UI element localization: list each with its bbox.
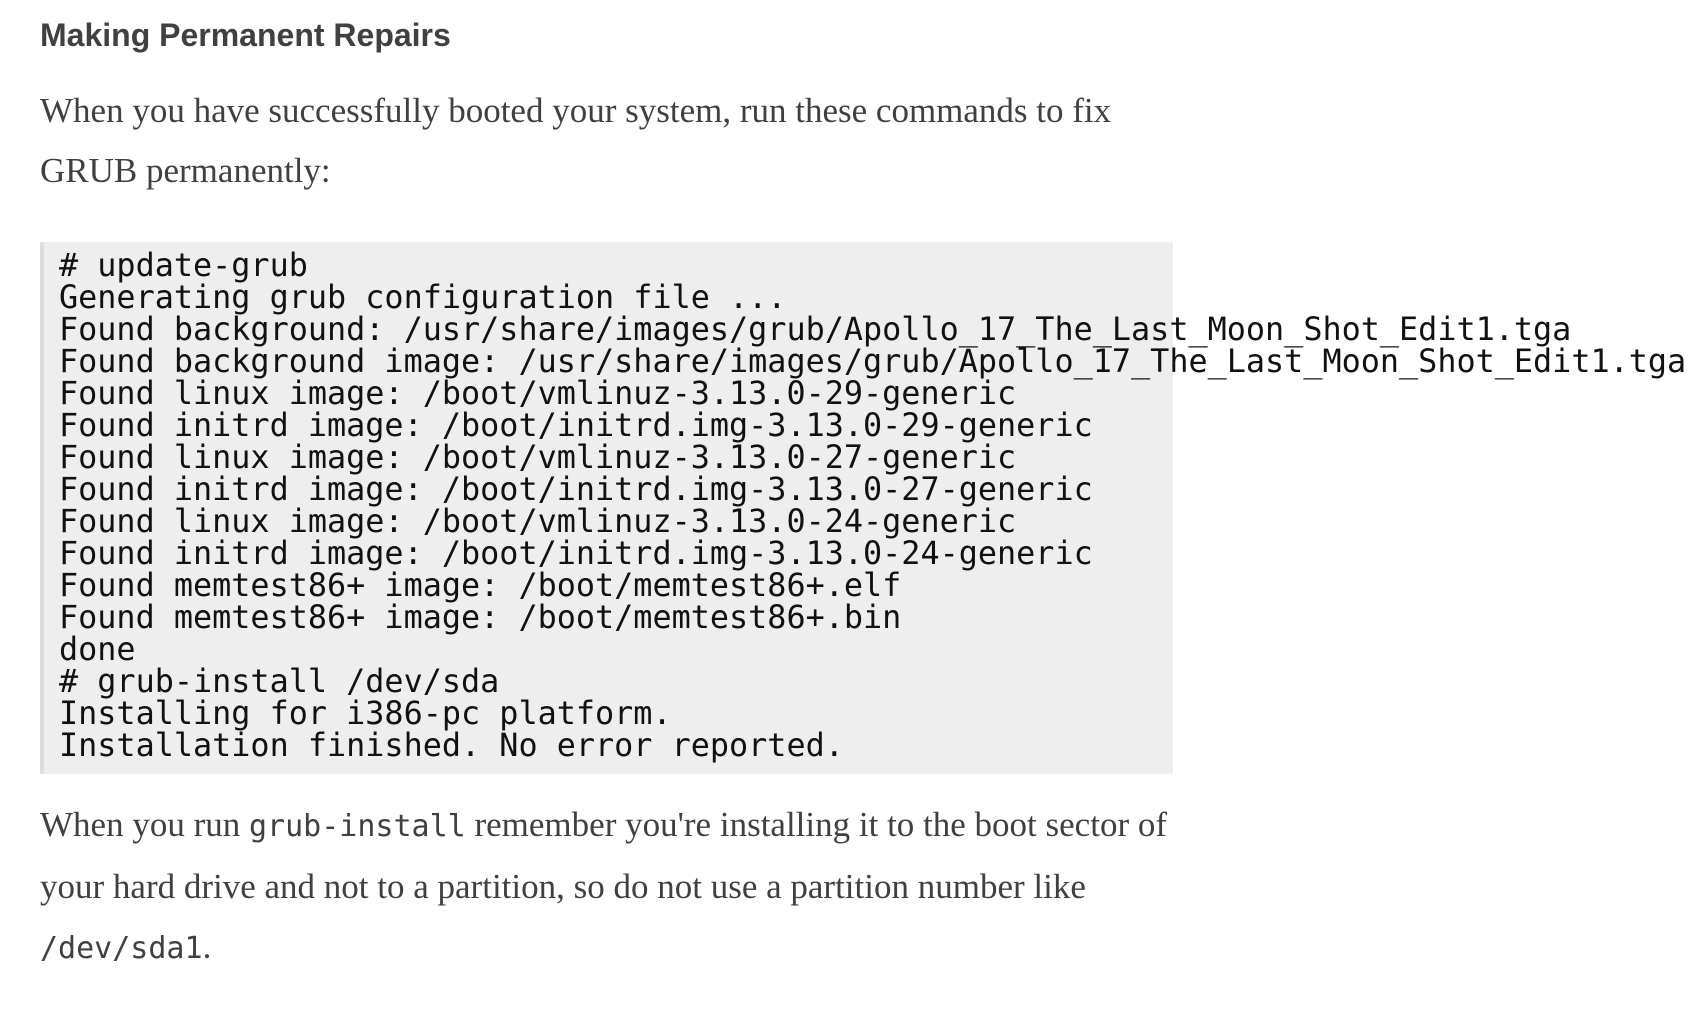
code-line: Generating grub configuration file ...: [59, 279, 787, 316]
code-line: Found memtest86+ image: /boot/memtest86+…: [59, 599, 902, 636]
code-line: # update-grub: [59, 247, 308, 284]
intro-paragraph: When you have successfully booted your s…: [40, 91, 1112, 190]
terminal-output: # update-grub Generating grub configurati…: [59, 250, 1686, 762]
inline-code-grub-install: grub-install: [248, 809, 466, 844]
code-line: Installing for i386-pc platform.: [59, 695, 672, 732]
terminal-code-block: # update-grub Generating grub configurati…: [40, 242, 1686, 774]
outro-paragraph: When you run grub-install remember you'r…: [40, 795, 1180, 979]
code-line: Found initrd image: /boot/initrd.img-3.1…: [59, 535, 1093, 572]
code-line: Found memtest86+ image: /boot/memtest86+…: [59, 567, 902, 604]
code-line: Found background image: /usr/share/image…: [59, 343, 1687, 380]
code-line: Found linux image: /boot/vmlinuz-3.13.0-…: [59, 439, 1017, 476]
code-line: Installation finished. No error reported…: [59, 727, 844, 764]
code-line: # grub-install /dev/sda: [59, 663, 500, 700]
code-line: Found background: /usr/share/images/grub…: [59, 311, 1572, 348]
outro-text-1: When you run: [40, 805, 249, 844]
code-line: Found linux image: /boot/vmlinuz-3.13.0-…: [59, 503, 1017, 540]
code-line: Found initrd image: /boot/initrd.img-3.1…: [59, 471, 1093, 508]
code-line: Found linux image: /boot/vmlinuz-3.13.0-…: [59, 375, 1017, 412]
section-heading: Making Permanent Repairs: [40, 17, 451, 53]
code-line: done: [59, 631, 136, 668]
code-line: Found initrd image: /boot/initrd.img-3.1…: [59, 407, 1093, 444]
outro-text-3: .: [202, 927, 212, 966]
inline-code-dev-sda1: /dev/sda1: [40, 931, 203, 966]
